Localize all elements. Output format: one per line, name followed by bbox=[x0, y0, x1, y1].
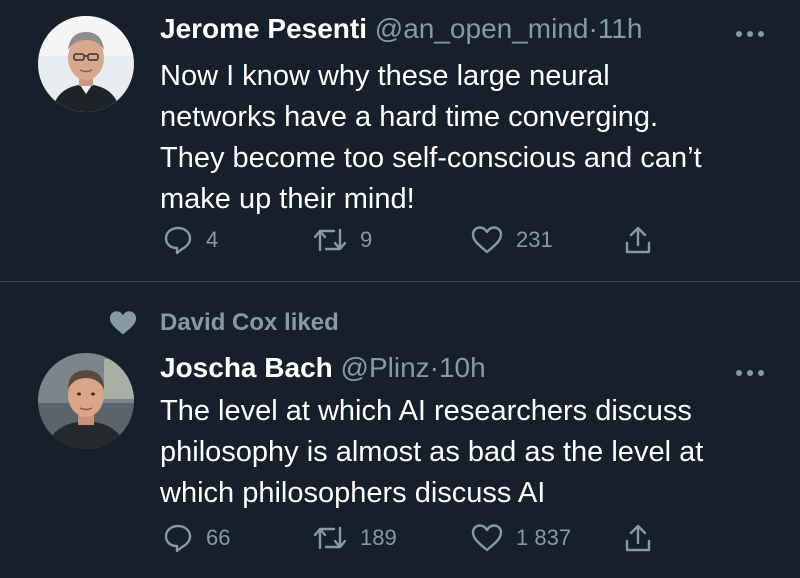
share-button[interactable] bbox=[622, 220, 666, 260]
retweet-button[interactable]: 9 bbox=[312, 220, 372, 260]
timestamp[interactable]: 11h bbox=[598, 13, 643, 44]
tweet-text-line: Now I know why these large neural bbox=[160, 60, 610, 92]
heart-filled-icon bbox=[109, 311, 137, 335]
reply-button[interactable]: 66 bbox=[162, 518, 230, 558]
tweet-header: Jerome Pesenti @an_open_mind·11h bbox=[160, 12, 642, 46]
tweet[interactable]: David Cox liked Joscha Bach @Plinz·10h T… bbox=[0, 283, 800, 578]
divider bbox=[0, 281, 800, 282]
reply-count: 4 bbox=[206, 227, 219, 252]
avatar[interactable] bbox=[38, 16, 134, 112]
tweet-text-line: philosophy is almost as bad as the level… bbox=[160, 436, 704, 468]
tweet-header: Joscha Bach @Plinz·10h bbox=[160, 351, 486, 385]
retweet-count: 189 bbox=[360, 525, 397, 550]
heart-icon bbox=[471, 226, 503, 254]
reply-button[interactable]: 4 bbox=[162, 220, 218, 260]
avatar[interactable] bbox=[38, 353, 134, 449]
reply-icon bbox=[164, 524, 192, 553]
author-name[interactable]: Joscha Bach bbox=[160, 352, 333, 383]
like-count: 1 837 bbox=[516, 525, 572, 550]
share-icon bbox=[625, 226, 651, 254]
reply-count: 66 bbox=[206, 525, 231, 550]
tweet-text: Now I know why these large neural networ… bbox=[160, 56, 780, 220]
like-button[interactable]: 231 bbox=[470, 220, 553, 260]
tweet-text-line: which philosophers discuss AI bbox=[160, 477, 546, 509]
social-context-text[interactable]: David Cox liked bbox=[160, 309, 339, 337]
author-name[interactable]: Jerome Pesenti bbox=[160, 13, 367, 44]
tweet-actions: 66 189 1 837 bbox=[160, 518, 680, 558]
more-icon[interactable] bbox=[736, 24, 764, 44]
share-icon bbox=[625, 524, 651, 552]
retweet-icon bbox=[313, 526, 347, 550]
like-count: 231 bbox=[516, 227, 553, 252]
tweet-text: The level at which AI researchers discus… bbox=[160, 391, 780, 514]
tweet[interactable]: Jerome Pesenti @an_open_mind·11h Now I k… bbox=[0, 0, 800, 282]
retweet-button[interactable]: 189 bbox=[312, 518, 397, 558]
retweet-count: 9 bbox=[360, 227, 373, 252]
author-handle[interactable]: @Plinz bbox=[341, 352, 430, 383]
separator: · bbox=[588, 13, 598, 44]
tweet-text-line: networks have a hard time converging. bbox=[160, 101, 659, 133]
share-button[interactable] bbox=[622, 518, 666, 558]
retweet-icon bbox=[313, 228, 347, 252]
separator: · bbox=[429, 352, 439, 383]
author-handle[interactable]: @an_open_mind bbox=[375, 13, 589, 44]
reply-icon bbox=[164, 226, 192, 255]
tweet-text-line: The level at which AI researchers discus… bbox=[160, 395, 692, 427]
timestamp[interactable]: 10h bbox=[439, 352, 486, 383]
tweet-actions: 4 9 231 bbox=[160, 220, 680, 260]
social-context: David Cox liked bbox=[108, 303, 339, 343]
tweet-text-line: They become too self-conscious and can’t bbox=[160, 142, 702, 174]
heart-icon bbox=[471, 524, 503, 552]
like-button[interactable]: 1 837 bbox=[470, 518, 571, 558]
more-icon[interactable] bbox=[736, 363, 764, 383]
tweet-text-line: make up their mind! bbox=[160, 183, 415, 215]
